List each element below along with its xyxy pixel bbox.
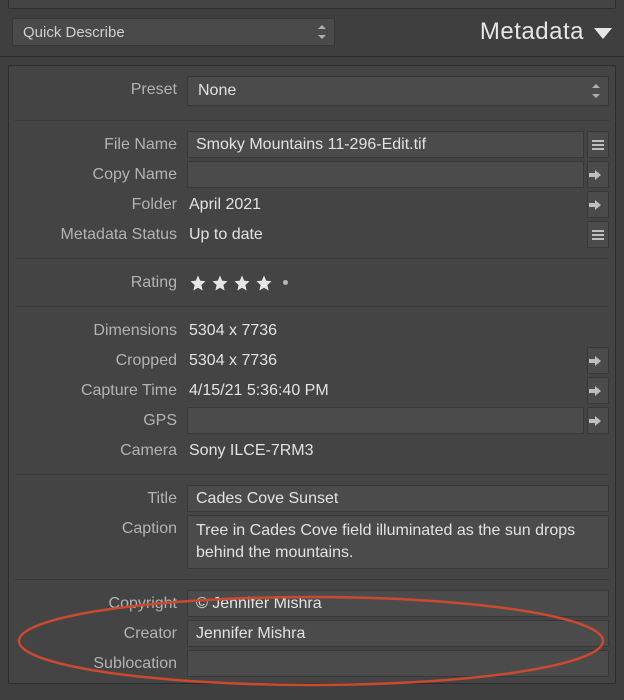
file-name-field[interactable]: Smoky Mountains 11-296-Edit.tif	[187, 131, 584, 158]
copyright-field[interactable]: © Jennifer Mishra	[187, 590, 609, 617]
list-icon	[592, 230, 604, 240]
capture-time-value: 4/15/21 5:36:40 PM	[187, 377, 584, 404]
panel-header: Quick Describe Metadata	[0, 12, 624, 57]
title-label: Title	[15, 485, 187, 512]
star-icon	[233, 274, 251, 292]
separator	[15, 474, 609, 475]
capture-time-action[interactable]	[587, 377, 609, 404]
folder-value: April 2021	[187, 191, 584, 218]
goto-arrow-icon	[595, 170, 601, 180]
camera-label: Camera	[15, 437, 187, 464]
dimensions-value: 5304 x 7736	[187, 317, 609, 344]
separator	[15, 579, 609, 580]
metadata-status-value: Up to date	[187, 221, 584, 248]
stepper-arrows-icon	[316, 24, 328, 40]
metadata-template-value: Quick Describe	[23, 24, 125, 41]
creator-label: Creator	[15, 620, 187, 647]
folder-action[interactable]	[587, 191, 609, 218]
copy-name-field[interactable]	[187, 161, 584, 188]
cropped-label: Cropped	[15, 347, 187, 374]
panel-title: Metadata	[335, 18, 594, 46]
dimensions-label: Dimensions	[15, 317, 187, 344]
goto-arrow-icon	[595, 386, 601, 396]
copyright-label: Copyright	[15, 590, 187, 617]
separator	[15, 306, 609, 307]
metadata-body: Preset None File Name Smoky Mountains 11…	[8, 65, 616, 684]
caption-label: Caption	[15, 515, 187, 569]
metadata-status-action[interactable]	[587, 221, 609, 248]
preset-label: Preset	[15, 76, 187, 106]
copy-name-label: Copy Name	[15, 161, 187, 188]
creator-field[interactable]: Jennifer Mishra	[187, 620, 609, 647]
rating-label: Rating	[15, 269, 187, 296]
title-field[interactable]: Cades Cove Sunset	[187, 485, 609, 512]
separator	[15, 258, 609, 259]
goto-arrow-icon	[595, 200, 601, 210]
star-icon	[255, 274, 273, 292]
stepper-arrows-icon	[590, 83, 602, 99]
rating-dot-icon	[283, 280, 288, 285]
disclosure-triangle-icon[interactable]	[594, 28, 612, 39]
metadata-panel: Quick Describe Metadata Preset None File…	[0, 0, 624, 684]
rating-stars[interactable]	[187, 269, 288, 296]
goto-arrow-icon	[595, 356, 601, 366]
caption-field[interactable]: Tree in Cades Cove field illuminated as …	[187, 515, 609, 569]
file-name-action[interactable]	[587, 131, 609, 158]
cropped-action[interactable]	[587, 347, 609, 374]
list-icon	[592, 140, 604, 150]
sublocation-label: Sublocation	[15, 650, 187, 677]
previous-panel-footer	[8, 0, 616, 9]
separator	[15, 120, 609, 121]
star-icon	[211, 274, 229, 292]
cropped-value: 5304 x 7736	[187, 347, 584, 374]
file-name-label: File Name	[15, 131, 187, 158]
camera-value: Sony ILCE-7RM3	[187, 437, 609, 464]
metadata-template-dropdown[interactable]: Quick Describe	[12, 18, 335, 46]
gps-action[interactable]	[587, 407, 609, 434]
preset-value: None	[198, 82, 236, 100]
sublocation-field[interactable]	[187, 650, 609, 677]
folder-label: Folder	[15, 191, 187, 218]
capture-time-label: Capture Time	[15, 377, 187, 404]
gps-label: GPS	[15, 407, 187, 434]
preset-dropdown[interactable]: None	[187, 76, 609, 106]
metadata-status-label: Metadata Status	[15, 221, 187, 248]
gps-field[interactable]	[187, 407, 584, 434]
goto-arrow-icon	[595, 416, 601, 426]
star-icon	[189, 274, 207, 292]
copy-name-action[interactable]	[587, 161, 609, 188]
